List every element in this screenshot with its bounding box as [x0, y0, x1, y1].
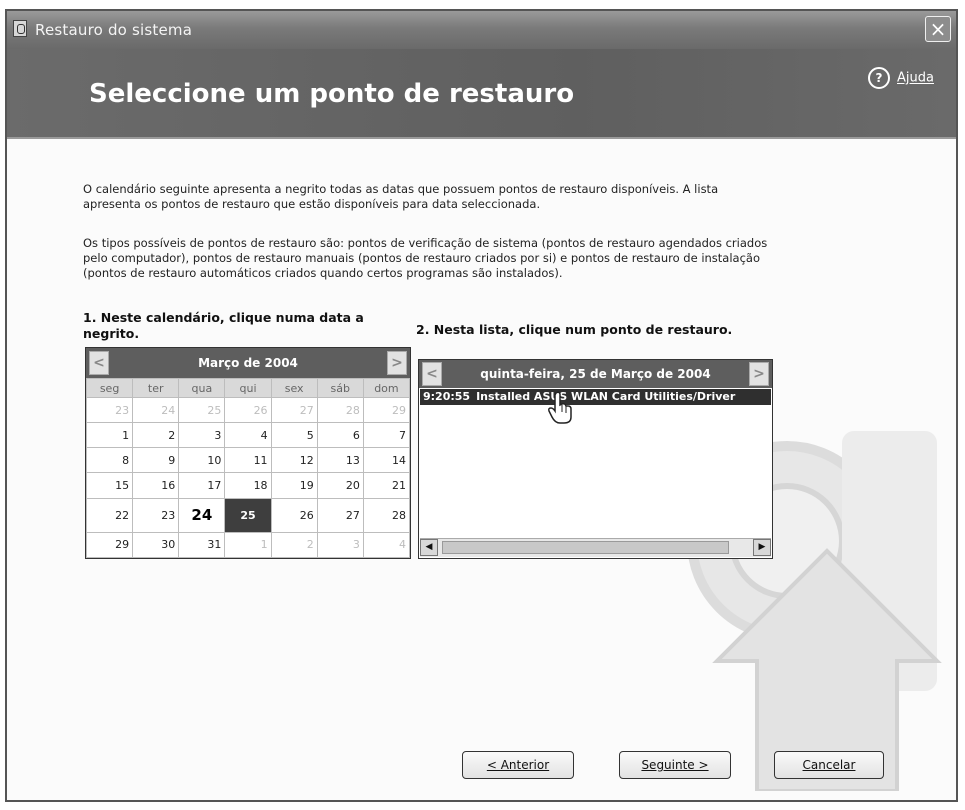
calendar-day[interactable]: 13 — [316, 447, 364, 474]
calendar-day[interactable]: 2 — [270, 531, 318, 559]
calendar-day[interactable]: 24 — [132, 396, 180, 424]
calendar-day[interactable]: 3 — [178, 422, 226, 449]
page-title: Seleccione um ponto de restauro — [89, 79, 575, 109]
calendar-day[interactable]: 4 — [224, 422, 272, 449]
calendar: < Março de 2004 > seg ter qua qui sex sá… — [85, 347, 411, 559]
intro-paragraph-1: O calendário seguinte apresenta a negrit… — [83, 182, 719, 211]
calendar-day[interactable]: 28 — [316, 396, 364, 424]
calendar-day[interactable]: 18 — [224, 472, 272, 499]
calendar-day-bold[interactable]: 24 — [178, 497, 226, 533]
calendar-day[interactable]: 22 — [85, 497, 134, 533]
restore-list-header: < quinta-feira, 25 de Março de 2004 > — [419, 360, 772, 388]
calendar-day[interactable]: 6 — [316, 422, 364, 449]
weekday-header: seg — [85, 378, 134, 398]
intro-paragraph-2: Os tipos possíveis de pontos de restauro… — [83, 236, 768, 280]
next-date-button[interactable]: > — [749, 362, 769, 386]
header-band: Seleccione um ponto de restauro ? Ajuda — [7, 49, 956, 139]
calendar-day[interactable]: 25 — [178, 396, 226, 424]
weekday-header: qua — [178, 378, 226, 398]
calendar-header: < Março de 2004 > — [86, 348, 410, 378]
calendar-day[interactable]: 16 — [132, 472, 180, 499]
calendar-day[interactable]: 9 — [132, 447, 180, 474]
calendar-day[interactable]: 21 — [362, 472, 411, 499]
calendar-day[interactable]: 14 — [362, 447, 411, 474]
calendar-day[interactable]: 10 — [178, 447, 226, 474]
scroll-right-button[interactable]: ▶ — [753, 539, 771, 556]
calendar-month-label: Março de 2004 — [198, 356, 298, 370]
list-instruction: 2. Nesta lista, clique num ponto de rest… — [416, 322, 733, 337]
cancel-button[interactable]: Cancelar — [774, 751, 884, 779]
system-restore-icon — [13, 20, 27, 37]
calendar-day[interactable]: 26 — [224, 396, 272, 424]
calendar-day[interactable]: 1 — [224, 531, 272, 559]
calendar-day[interactable]: 3 — [316, 531, 364, 559]
calendar-day[interactable]: 29 — [362, 396, 411, 424]
calendar-day-selected[interactable]: 25 — [224, 497, 272, 533]
horizontal-scrollbar[interactable]: ◀ ▶ — [420, 538, 771, 557]
calendar-day[interactable]: 8 — [85, 447, 134, 474]
help-label: Ajuda — [897, 70, 934, 86]
calendar-day[interactable]: 2 — [132, 422, 180, 449]
weekday-header: sáb — [316, 378, 364, 398]
restore-point-item[interactable]: 9:20:55 Installed ASUS WLAN Card Utilitie… — [420, 389, 771, 405]
weekday-header: dom — [362, 378, 411, 398]
calendar-day[interactable]: 23 — [132, 497, 180, 533]
calendar-day[interactable]: 27 — [270, 396, 318, 424]
calendar-day[interactable]: 27 — [316, 497, 364, 533]
next-button[interactable]: Seguinte > — [619, 751, 731, 779]
calendar-day[interactable]: 4 — [362, 531, 411, 559]
content-area: O calendário seguinte apresenta a negrit… — [7, 139, 956, 800]
calendar-day[interactable]: 7 — [362, 422, 411, 449]
restore-point-time: 9:20:55 — [423, 390, 471, 403]
weekday-header: qui — [224, 378, 272, 398]
hand-cursor-icon — [548, 391, 572, 424]
calendar-day[interactable]: 31 — [178, 531, 226, 559]
calendar-day[interactable]: 26 — [270, 497, 318, 533]
restore-point-description: Installed ASUS WLAN Card Utilities/Drive… — [476, 390, 736, 403]
calendar-day[interactable]: 30 — [132, 531, 180, 559]
calendar-day[interactable]: 20 — [316, 472, 364, 499]
restore-window: Restauro do sistema × Seleccione um pont… — [5, 9, 958, 802]
back-button[interactable]: < Anterior — [462, 751, 574, 779]
restore-point-list: < quinta-feira, 25 de Março de 2004 > 9:… — [418, 359, 773, 559]
calendar-next-month-button[interactable]: > — [387, 351, 407, 375]
title-bar: Restauro do sistema × — [7, 11, 956, 49]
scroll-left-button[interactable]: ◀ — [420, 539, 438, 556]
help-link[interactable]: ? Ajuda — [868, 67, 934, 89]
calendar-day[interactable]: 5 — [270, 422, 318, 449]
calendar-day[interactable]: 23 — [85, 396, 134, 424]
calendar-day[interactable]: 29 — [85, 531, 134, 559]
scroll-thumb[interactable] — [442, 541, 729, 554]
calendar-instruction: 1. Neste calendário, clique numa data a … — [83, 310, 364, 341]
weekday-header: sex — [270, 378, 318, 398]
calendar-day[interactable]: 1 — [85, 422, 134, 449]
close-button[interactable]: × — [925, 16, 951, 42]
calendar-day[interactable]: 28 — [362, 497, 411, 533]
calendar-grid: seg ter qua qui sex sáb dom 23 24 25 26 — [85, 378, 411, 559]
calendar-day[interactable]: 12 — [270, 447, 318, 474]
weekday-header: ter — [132, 378, 180, 398]
calendar-day[interactable]: 11 — [224, 447, 272, 474]
selected-date-label: quinta-feira, 25 de Março de 2004 — [480, 367, 711, 381]
window-title: Restauro do sistema — [35, 21, 193, 39]
calendar-day[interactable]: 17 — [178, 472, 226, 499]
help-icon: ? — [868, 67, 891, 89]
calendar-day[interactable]: 15 — [85, 472, 134, 499]
calendar-day[interactable]: 19 — [270, 472, 318, 499]
